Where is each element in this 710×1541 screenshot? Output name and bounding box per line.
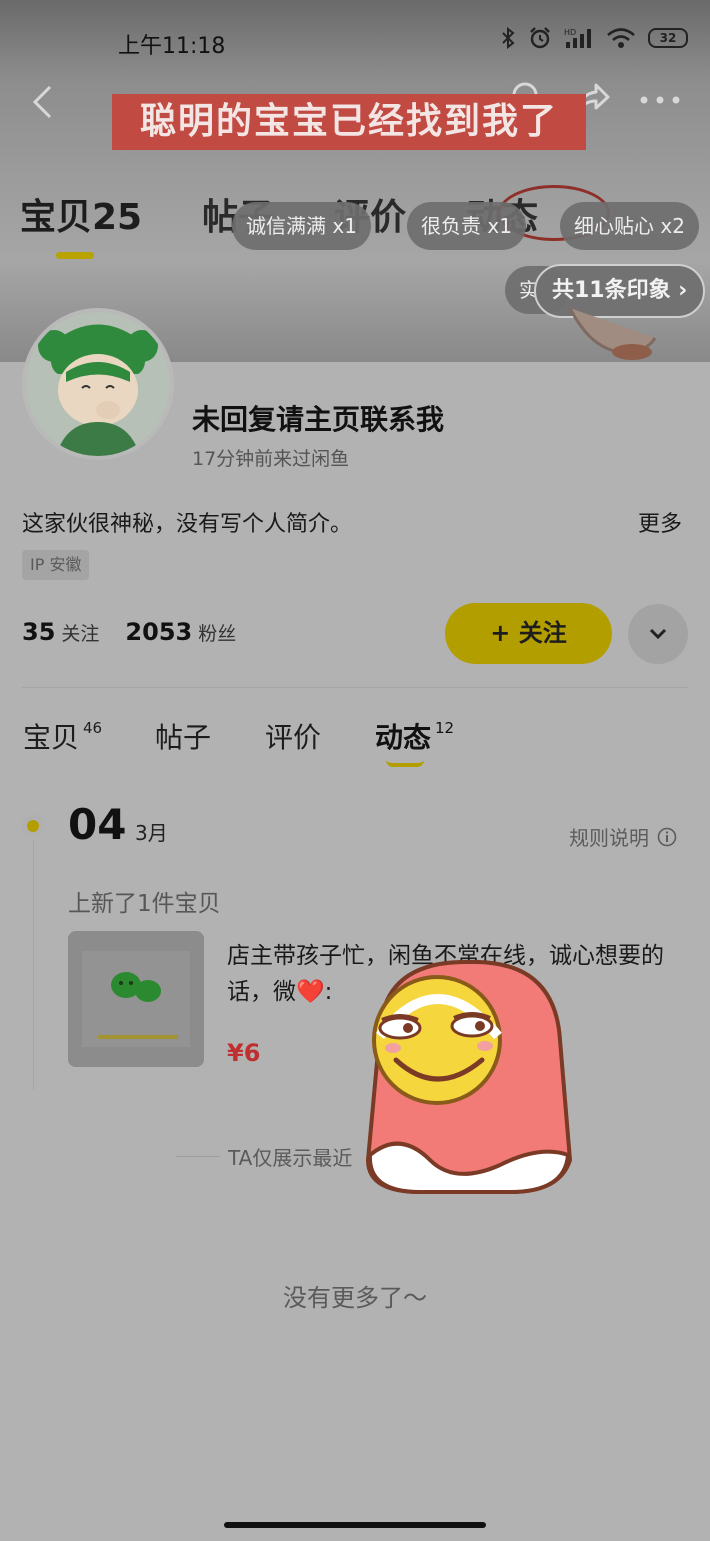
alarm-icon xyxy=(530,27,550,49)
tab-label: 宝贝 xyxy=(23,721,80,754)
more-options-button[interactable] xyxy=(628,604,688,664)
item-price: ¥6 xyxy=(227,1039,261,1067)
home-indicator[interactable] xyxy=(224,1522,486,1528)
status-time: 上午11:18 xyxy=(118,34,226,59)
bluetooth-icon xyxy=(502,26,515,50)
tab-label: 动态 xyxy=(375,721,432,754)
rules-link[interactable]: 规则说明 xyxy=(569,822,677,851)
tab-items[interactable]: 宝贝 46 xyxy=(23,716,102,756)
network-label: HD xyxy=(564,28,576,37)
impression-chip[interactable]: 很负责 x1 xyxy=(407,202,526,250)
following-count: 35 xyxy=(22,618,56,646)
banner-ad-title: 聪明的宝宝已经找到我了 xyxy=(112,94,586,150)
last-seen: 17分钟前来过闲鱼 xyxy=(192,448,350,470)
timeline-line xyxy=(33,840,34,1090)
fans-label: 粉丝 xyxy=(198,623,237,645)
impression-chip[interactable]: 细心贴心 x2 xyxy=(560,202,699,250)
follow-stats: 35 关注 2053 粉丝 xyxy=(22,618,236,646)
avatar[interactable] xyxy=(22,308,174,460)
signal-icon: HD xyxy=(564,28,591,48)
event-label: 上新了1件宝贝 xyxy=(68,891,221,917)
rules-label: 规则说明 xyxy=(569,826,649,850)
info-icon xyxy=(657,827,677,846)
tab-posts[interactable]: 帖子 xyxy=(155,716,211,756)
tab-count: 46 xyxy=(83,719,103,737)
tab-count: 12 xyxy=(435,719,455,737)
fans-stat[interactable]: 2053 粉丝 xyxy=(125,618,236,646)
status-icons: HD 32 xyxy=(500,26,688,50)
seller-nickname: 未回复请主页联系我 xyxy=(192,403,445,436)
tab-reviews[interactable]: 评价 xyxy=(265,716,321,756)
more-icon[interactable] xyxy=(638,80,682,116)
fans-count: 2053 xyxy=(125,618,193,646)
section-divider xyxy=(22,687,688,688)
tab-label: 评价 xyxy=(265,721,322,754)
banner-ghost-underline xyxy=(56,252,94,259)
active-tab-indicator xyxy=(386,760,424,767)
chevron-down-icon xyxy=(649,628,667,640)
emoji-sticker xyxy=(365,960,573,1194)
tab-label: 帖子 xyxy=(155,721,212,754)
feed-day: 04 xyxy=(68,800,127,849)
tab-activity[interactable]: 动态 12 xyxy=(375,716,454,756)
follow-button[interactable]: + 关注 xyxy=(445,603,612,664)
hint-divider xyxy=(176,1156,220,1157)
ip-location-badge: IP 安徽 xyxy=(22,550,90,580)
display-limit-hint: TA仅展示最近 xyxy=(228,1146,353,1170)
feed-month: 3月 xyxy=(135,821,168,845)
item-thumbnail[interactable] xyxy=(68,931,204,1067)
timeline-dot xyxy=(21,814,45,838)
wifi-icon xyxy=(607,28,635,48)
end-of-list-text: 没有更多了～ xyxy=(283,1284,427,1312)
back-icon[interactable] xyxy=(30,84,54,120)
banner-ghost-tab: 宝贝25 xyxy=(20,197,143,238)
seller-bio: 这家伙很神秘，没有写个人简介。 xyxy=(22,512,353,537)
battery-indicator: 32 xyxy=(648,28,688,48)
hand-illustration xyxy=(568,308,657,360)
following-stat[interactable]: 35 关注 xyxy=(22,618,99,646)
impression-chip[interactable]: 诚信满满 x1 xyxy=(232,202,371,250)
bio-more-link[interactable]: 更多 xyxy=(638,506,682,538)
following-label: 关注 xyxy=(61,623,100,645)
